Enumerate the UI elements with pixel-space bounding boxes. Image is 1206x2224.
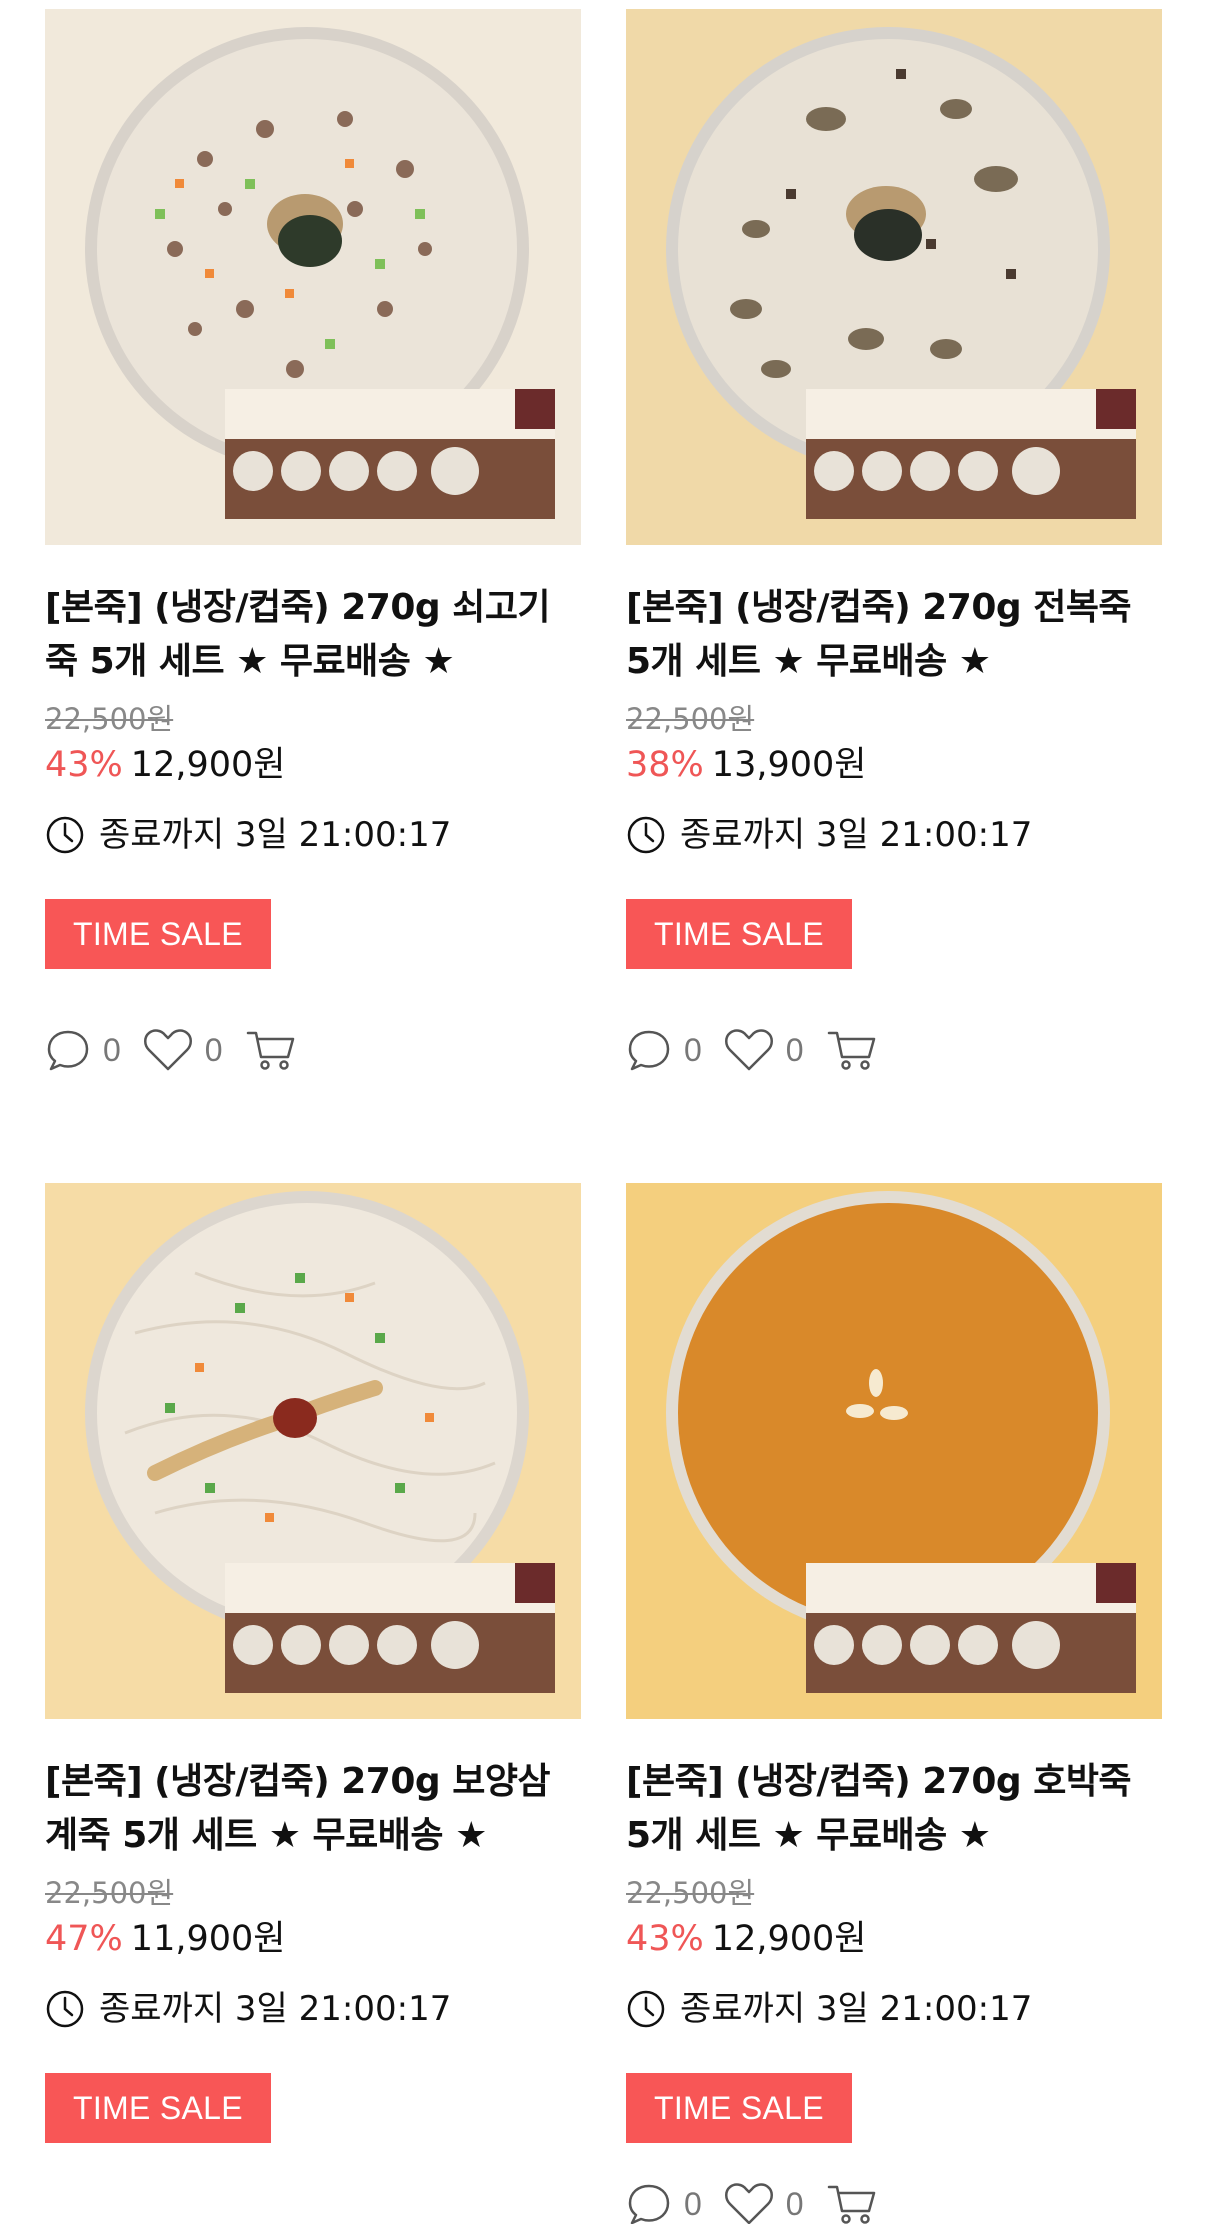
heart-icon (724, 1029, 773, 1071)
product-card[interactable]: [본죽] (냉장/컵죽) 270g 호박죽 5개 세트 ★ 무료배송 ★ 22,… (626, 1183, 1162, 2224)
product-card[interactable]: [본죽] (냉장/컵죽) 270g 쇠고기죽 5개 세트 ★ 무료배송 ★ 22… (45, 9, 581, 1075)
comment-icon (628, 1030, 670, 1071)
price-row: 43% 12,900원 (626, 1915, 1162, 1963)
time-sale-badge: TIME SALE (45, 899, 271, 969)
action-bar: 0 0 (45, 1025, 581, 1075)
original-price: 22,500원 (45, 702, 174, 736)
ginseng-chicken-porridge-image (45, 1183, 581, 1719)
product-image[interactable] (626, 1183, 1162, 1719)
clock-icon (45, 1989, 85, 2029)
product-grid: [본죽] (냉장/컵죽) 270g 쇠고기죽 5개 세트 ★ 무료배송 ★ 22… (0, 0, 1206, 2224)
product-title[interactable]: [본죽] (냉장/컵죽) 270g 보양삼계죽 5개 세트 ★ 무료배송 ★ (45, 1755, 581, 1863)
pumpkin-porridge-image (626, 1183, 1162, 1719)
like-count: 0 (785, 1031, 804, 1068)
comment-count: 0 (103, 1031, 121, 1068)
original-price: 22,500원 (626, 1876, 755, 1910)
product-card[interactable]: [본죽] (냉장/컵죽) 270g 전복죽 5개 세트 ★ 무료배송 ★ 22,… (626, 9, 1162, 1075)
add-to-cart-button[interactable] (826, 2181, 878, 2224)
discount-rate: 47% (45, 1919, 123, 1959)
timer-text: 종료까지 3일 21:00:17 (99, 1989, 452, 2029)
countdown-timer: 종료까지 3일 21:00:17 (45, 1985, 581, 2033)
comment-icon (628, 2184, 670, 2224)
clock-icon (45, 815, 85, 855)
sale-price: 11,900원 (130, 1919, 286, 1959)
like-count: 0 (785, 2185, 804, 2222)
comment-count: 0 (684, 2185, 702, 2222)
discount-rate: 43% (626, 1919, 704, 1959)
comment-button[interactable]: 0 (626, 1027, 702, 1073)
heart-icon (724, 2183, 773, 2224)
abalone-porridge-image (626, 9, 1162, 545)
like-count: 0 (204, 1031, 223, 1068)
add-to-cart-button[interactable] (826, 1027, 878, 1073)
timer-text: 종료까지 3일 21:00:17 (680, 815, 1033, 855)
product-title[interactable]: [본죽] (냉장/컵죽) 270g 전복죽 5개 세트 ★ 무료배송 ★ (626, 581, 1162, 689)
like-button[interactable]: 0 (143, 1027, 223, 1073)
discount-rate: 43% (45, 745, 123, 785)
add-to-cart-button[interactable] (245, 1027, 297, 1073)
comment-icon (47, 1030, 89, 1071)
sale-price: 12,900원 (130, 745, 286, 785)
cart-icon (246, 1031, 294, 1070)
discount-rate: 38% (626, 745, 704, 785)
price-row: 47% 11,900원 (45, 1915, 581, 1963)
time-sale-badge: TIME SALE (626, 2073, 852, 2143)
countdown-timer: 종료까지 3일 21:00:17 (626, 1985, 1162, 2033)
beef-porridge-image (45, 9, 581, 545)
original-price: 22,500원 (45, 1876, 174, 1910)
countdown-timer: 종료까지 3일 21:00:17 (45, 811, 581, 859)
heart-icon (143, 1029, 192, 1071)
comment-count: 0 (684, 1031, 702, 1068)
like-button[interactable]: 0 (724, 1027, 804, 1073)
product-title[interactable]: [본죽] (냉장/컵죽) 270g 호박죽 5개 세트 ★ 무료배송 ★ (626, 1755, 1162, 1863)
time-sale-badge: TIME SALE (45, 2073, 271, 2143)
product-image[interactable] (45, 9, 581, 545)
comment-button[interactable]: 0 (626, 2181, 702, 2224)
like-button[interactable]: 0 (724, 2181, 804, 2224)
product-card[interactable]: [본죽] (냉장/컵죽) 270g 보양삼계죽 5개 세트 ★ 무료배송 ★ 2… (45, 1183, 581, 2143)
countdown-timer: 종료까지 3일 21:00:17 (626, 811, 1162, 859)
clock-icon (626, 815, 666, 855)
cart-icon (827, 2185, 875, 2224)
time-sale-badge: TIME SALE (626, 899, 852, 969)
original-price: 22,500원 (626, 702, 755, 736)
sale-price: 13,900원 (711, 745, 867, 785)
price-row: 38% 13,900원 (626, 741, 1162, 789)
timer-text: 종료까지 3일 21:00:17 (680, 1989, 1033, 2029)
timer-text: 종료까지 3일 21:00:17 (99, 815, 452, 855)
product-title[interactable]: [본죽] (냉장/컵죽) 270g 쇠고기죽 5개 세트 ★ 무료배송 ★ (45, 581, 581, 689)
action-bar: 0 0 (626, 1025, 1162, 1075)
clock-icon (626, 1989, 666, 2029)
comment-button[interactable]: 0 (45, 1027, 121, 1073)
sale-price: 12,900원 (711, 1919, 867, 1959)
product-image[interactable] (626, 9, 1162, 545)
product-image[interactable] (45, 1183, 581, 1719)
price-row: 43% 12,900원 (45, 741, 581, 789)
action-bar: 0 0 (626, 2179, 1162, 2224)
cart-icon (827, 1031, 875, 1070)
